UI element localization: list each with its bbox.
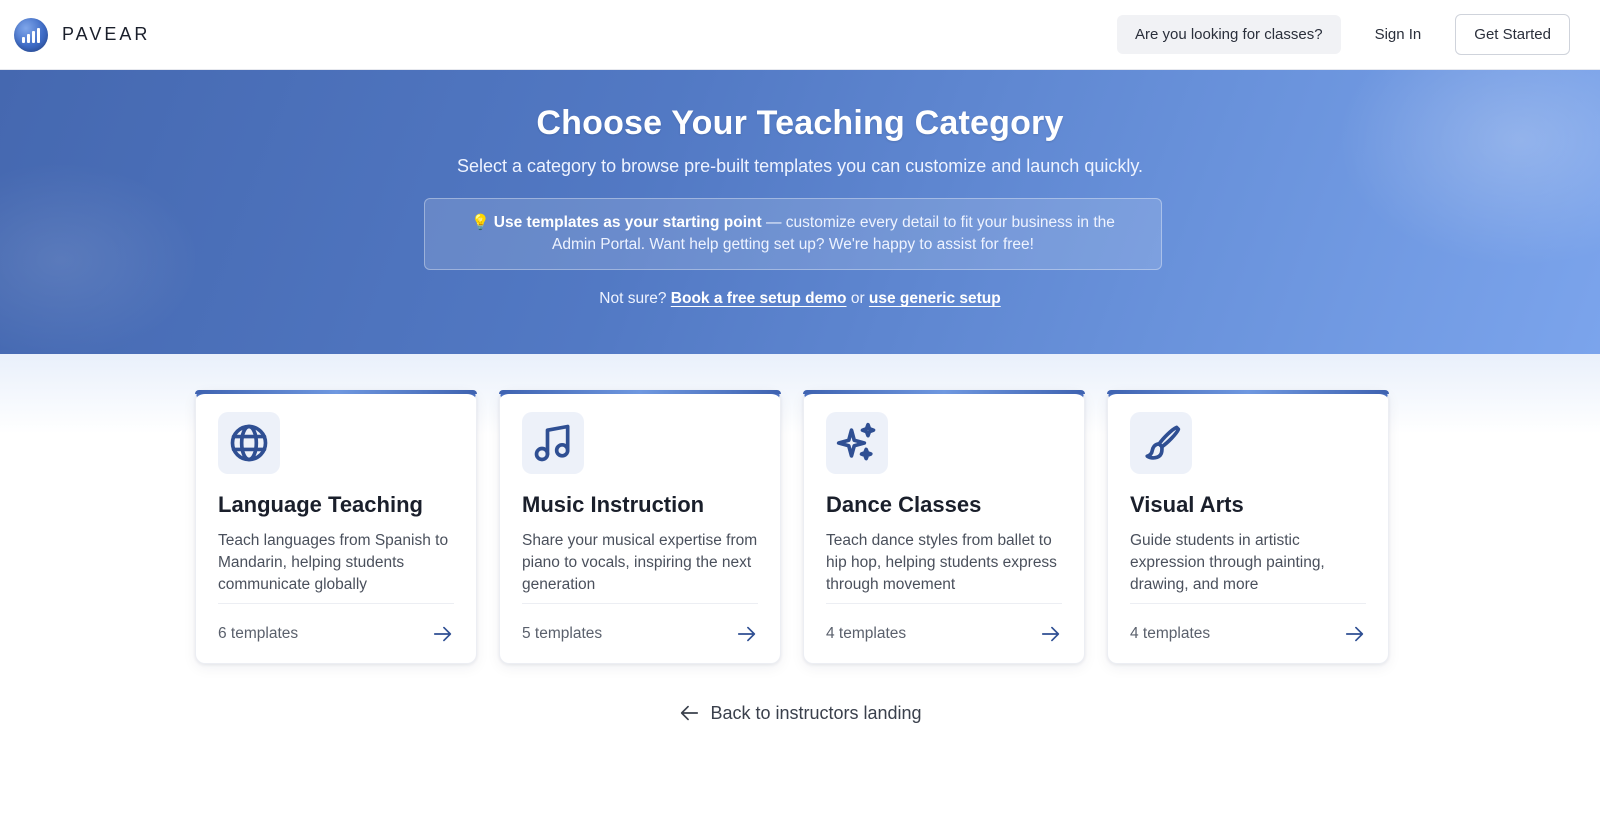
arrow-right-icon[interactable] [432,623,454,645]
page-title: Choose Your Teaching Category [536,104,1064,142]
pavear-logo-icon [14,17,48,52]
brand-name: PAVEAR [62,24,151,44]
or-text: or [846,290,869,307]
card-footer: 6 templates [218,603,454,663]
card-title: Music Instruction [522,492,705,517]
get-started-button[interactable]: Get Started [1455,14,1570,55]
category-cards: Language Teaching Teach languages from S… [195,390,1389,664]
card-description: Guide students in artistic expression th… [1130,532,1325,593]
back-link-label: Back to instructors landing [710,702,922,723]
card-footer: 4 templates [826,603,1062,663]
hero-section: Choose Your Teaching Category Select a c… [0,70,1600,354]
template-count: 6 templates [218,624,299,642]
card-description: Teach languages from Spanish to Mandarin… [218,532,449,593]
category-card-music[interactable]: Music Instruction Share your musical exp… [499,390,781,664]
lightbulb-icon: 💡 [471,214,490,231]
page-subtitle: Select a category to browse pre-built te… [456,156,1144,176]
category-card-dance[interactable]: Dance Classes Teach dance styles from ba… [803,390,1085,664]
paintbrush-icon [1130,412,1192,474]
globe-icon [218,412,280,474]
top-header: PAVEAR Are you looking for classes? Sign… [0,0,1600,70]
brand[interactable]: PAVEAR [14,17,151,52]
sparkles-icon [826,412,888,474]
not-sure-text: Not sure? [599,290,671,307]
category-card-visual-arts[interactable]: Visual Arts Guide students in artistic e… [1107,390,1389,664]
template-count: 4 templates [826,624,907,642]
card-footer: 4 templates [1130,603,1366,663]
arrow-right-icon[interactable] [1344,623,1366,645]
template-count: 5 templates [522,624,603,642]
category-card-language[interactable]: Language Teaching Teach languages from S… [195,390,477,664]
arrow-right-icon[interactable] [736,623,758,645]
card-title: Visual Arts [1130,492,1244,517]
tip-bold-text: Use templates as your starting point [493,214,762,231]
arrow-right-icon[interactable] [1040,623,1062,645]
sign-in-button[interactable]: Sign In [1359,15,1438,54]
header-nav: Are you looking for classes? Sign In Get… [1116,14,1570,55]
looking-for-classes-button[interactable]: Are you looking for classes? [1116,15,1341,54]
setup-links: Not sure? Book a free setup demo or use … [0,290,1600,308]
card-title: Dance Classes [826,492,982,517]
template-count: 4 templates [1130,624,1211,642]
card-title: Language Teaching [218,492,423,517]
card-description: Share your musical expertise from piano … [522,532,758,593]
arrow-left-icon [678,702,700,724]
music-note-icon [522,412,584,474]
back-to-instructors-link[interactable]: Back to instructors landing [0,702,1600,724]
generic-setup-link[interactable]: use generic setup [869,290,1001,307]
book-demo-link[interactable]: Book a free setup demo [671,290,847,307]
tip-box: 💡 Use templates as your starting point — … [424,198,1162,270]
card-footer: 5 templates [522,603,758,663]
card-description: Teach dance styles from ballet to hip ho… [826,532,1057,593]
